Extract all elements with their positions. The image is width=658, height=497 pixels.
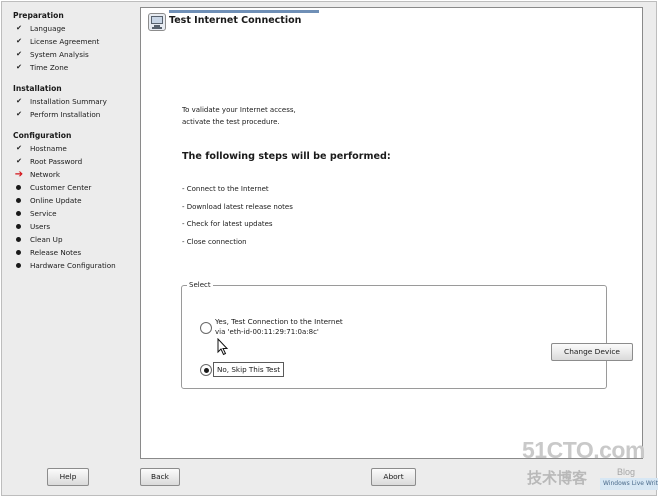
abort-button[interactable]: Abort: [371, 468, 416, 486]
bullet-icon: [13, 194, 25, 207]
step-users: Users: [13, 220, 138, 233]
help-button[interactable]: Help: [47, 468, 89, 486]
header-accent-bar: [169, 10, 319, 13]
step-system-analysis: ✔ System Analysis: [13, 48, 138, 61]
step-license-agreement: ✔ License Agreement: [13, 35, 138, 48]
intro-line-1: To validate your Internet access,: [182, 106, 296, 114]
watermark-subtitle: 技术博客: [527, 469, 588, 487]
section-title-installation: Installation: [13, 84, 62, 93]
steps-list: - Connect to the Internet - Download lat…: [182, 183, 293, 253]
installation-steps-sidebar: Preparation ✔ Language ✔ License Agreement…: [13, 10, 138, 272]
check-icon: ✔: [16, 37, 22, 45]
step-customer-center: Customer Center: [13, 181, 138, 194]
check-icon: ✔: [16, 63, 22, 71]
step-online-update: Online Update: [13, 194, 138, 207]
list-item: - Connect to the Internet: [182, 185, 269, 193]
check-icon: ✔: [16, 144, 22, 152]
watermark-logo: 51CTO.com: [522, 437, 645, 463]
intro-text: To validate your Internet access, activa…: [182, 104, 402, 128]
bullet-icon: [13, 259, 25, 272]
step-perform-installation: ✔ Perform Installation: [13, 108, 138, 121]
check-icon: ✔: [16, 157, 22, 165]
check-icon: ✔: [16, 110, 22, 118]
bullet-icon: [13, 181, 25, 194]
bullet-icon: [13, 233, 25, 246]
list-item: - Download latest release notes: [182, 202, 293, 211]
step-network: ➔ Network: [14, 169, 61, 180]
step-hardware-configuration: Hardware Configuration: [13, 259, 138, 272]
bullet-icon: [13, 246, 25, 259]
back-button[interactable]: Back: [140, 468, 180, 486]
radio-test-connection[interactable]: [200, 322, 212, 334]
watermark-blog: Blog: [617, 467, 636, 477]
select-group: Select Yes, Test Connection to the Inter…: [181, 280, 633, 389]
bullet-icon: [13, 207, 25, 220]
main-content-panel: Test Internet Connection To validate you…: [140, 7, 643, 459]
list-item: - Check for latest updates: [182, 220, 273, 228]
step-clean-up: Clean Up: [13, 233, 138, 246]
check-icon: ✔: [16, 24, 22, 32]
radio-skip-test[interactable]: [200, 364, 212, 376]
step-release-notes: Release Notes: [13, 246, 138, 259]
check-icon: ✔: [16, 50, 22, 58]
list-item: - Close connection: [182, 237, 247, 246]
check-icon: ✔: [16, 97, 22, 105]
step-service: Service: [13, 207, 138, 220]
step-hostname: ✔ Hostname: [13, 142, 138, 155]
watermark-badge: Windows Live Writer: [600, 478, 658, 490]
intro-line-2: activate the test procedure.: [182, 118, 280, 126]
step-time-zone: ✔ Time Zone: [13, 61, 138, 74]
panel-header: Test Internet Connection: [145, 10, 325, 32]
section-title-preparation: Preparation: [13, 11, 64, 20]
select-group-legend: Select: [187, 280, 213, 291]
change-device-button[interactable]: Change Device: [551, 343, 633, 361]
option-skip-test-label[interactable]: No, Skip This Test: [213, 362, 285, 377]
option-test-connection-device: via 'eth-id-00:11:29:71:0a:8c': [215, 328, 319, 336]
network-computer-icon: [148, 13, 166, 31]
step-language: ✔ Language: [13, 22, 138, 35]
current-step-arrow-icon: ➔: [14, 169, 24, 180]
page-title: Test Internet Connection: [169, 15, 302, 26]
step-installation-summary: ✔ Installation Summary: [13, 95, 138, 108]
section-title-configuration: Configuration: [13, 131, 72, 140]
step-root-password: ✔ Root Password: [13, 155, 138, 168]
steps-heading: The following steps will be performed:: [182, 151, 391, 162]
option-test-connection-label[interactable]: Yes, Test Connection to the Internet: [215, 316, 343, 327]
bullet-icon: [13, 220, 25, 233]
